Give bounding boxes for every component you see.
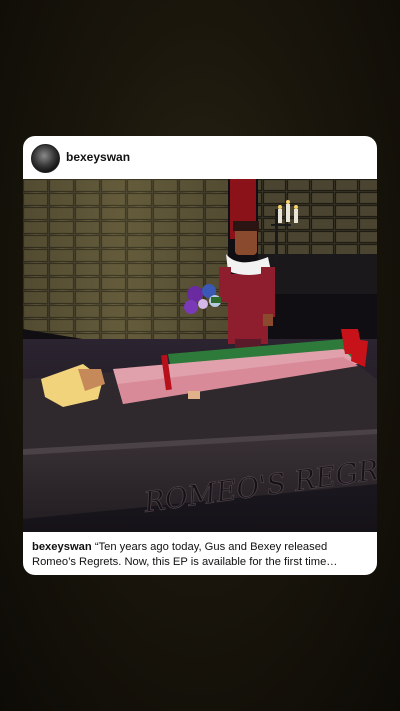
avatar[interactable] [31,144,60,173]
album-art-scene: ROMEO'S REGRETS [23,179,377,532]
caption: bexeyswan “Ten years ago today, Gus and … [32,540,372,570]
caption-username[interactable]: bexeyswan [32,541,92,553]
username-link[interactable]: bexeyswan [66,150,130,164]
post-header: bexeyswan [23,136,377,179]
post-image[interactable]: ROMEO'S REGRETS [23,179,377,532]
post-card[interactable]: bexeyswan ROMEO'S REGRETS bexeyswan “Ten… [23,136,377,575]
